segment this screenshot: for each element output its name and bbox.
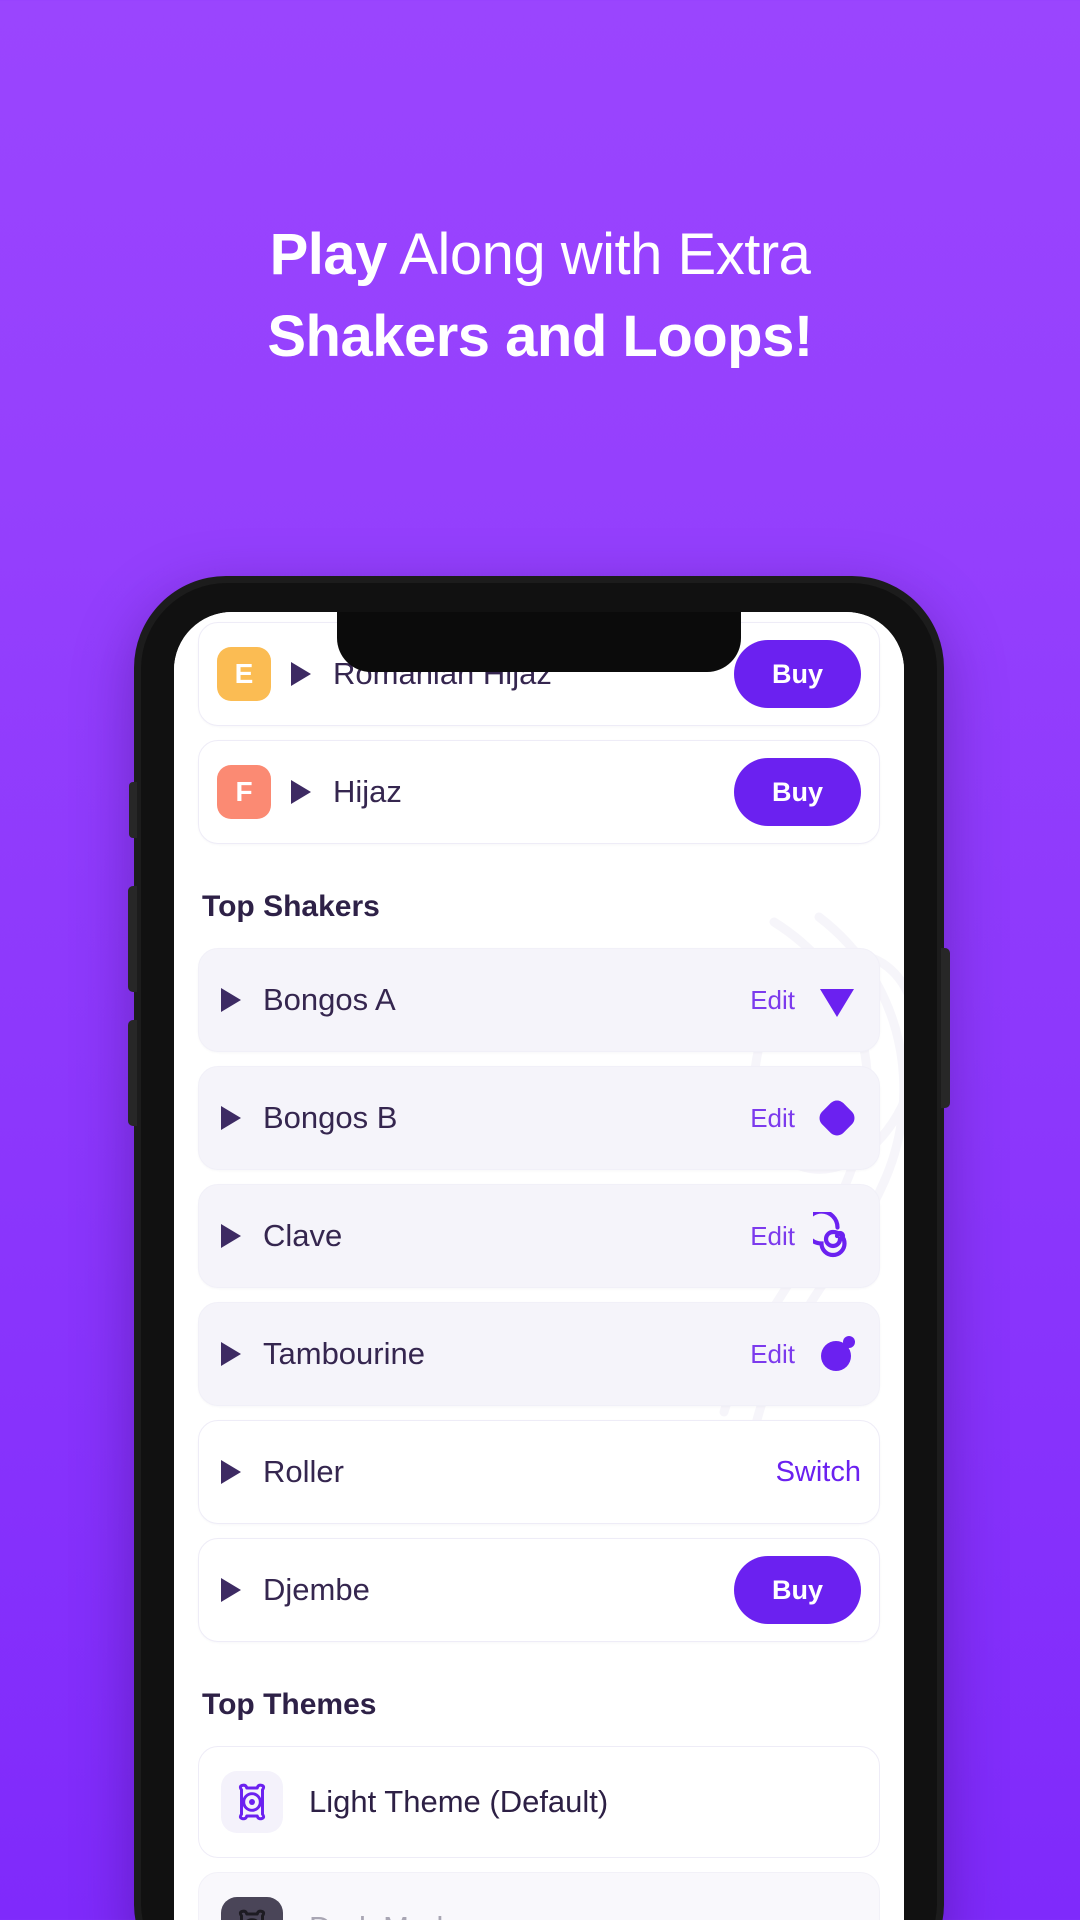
shaker-row-tambourine[interactable]: Tambourine Edit <box>198 1302 880 1406</box>
loop-row-hijaz[interactable]: F Hijaz Buy <box>198 740 880 844</box>
theme-dark-icon <box>221 1897 283 1920</box>
headline-bold-word: Play <box>269 222 388 287</box>
play-triangle-icon[interactable] <box>221 1106 241 1130</box>
theme-name: Light Theme (Default) <box>309 1784 609 1819</box>
loop-name: Hijaz <box>333 774 402 809</box>
edit-link[interactable]: Edit <box>750 1103 795 1134</box>
play-triangle-icon[interactable] <box>221 988 241 1012</box>
edit-link[interactable]: Edit <box>750 1221 795 1252</box>
shaker-name: Roller <box>263 1454 344 1489</box>
headline-line-1-rest: Along with Extra <box>386 222 811 287</box>
theme-row-dark[interactable]: Dark Mode <box>198 1872 880 1920</box>
phone-volume-down-button[interactable] <box>128 1020 137 1126</box>
tambourine-icon[interactable] <box>813 1330 861 1378</box>
edit-link[interactable]: Edit <box>750 985 795 1016</box>
shaker-name: Djembe <box>263 1572 370 1607</box>
spiral-icon[interactable] <box>813 1212 861 1260</box>
phone-mockup: E Romanian Hijaz Buy F Hijaz Buy Top Sha… <box>128 576 950 1920</box>
play-triangle-icon[interactable] <box>291 780 311 804</box>
triangle-down-icon[interactable] <box>813 976 861 1024</box>
play-triangle-icon[interactable] <box>291 662 311 686</box>
play-triangle-icon[interactable] <box>221 1460 241 1484</box>
phone-power-button[interactable] <box>941 948 950 1108</box>
phone-notch <box>337 612 741 672</box>
phone-volume-up-button[interactable] <box>128 886 137 992</box>
app-viewport: E Romanian Hijaz Buy F Hijaz Buy Top Sha… <box>174 612 904 1920</box>
app-scroll-container[interactable]: E Romanian Hijaz Buy F Hijaz Buy Top Sha… <box>198 612 880 1920</box>
headline-line-1: Play Along with Extra <box>0 214 1080 296</box>
key-badge: F <box>217 765 271 819</box>
edit-link[interactable]: Edit <box>750 1339 795 1370</box>
theme-row-light[interactable]: Light Theme (Default) <box>198 1746 880 1858</box>
phone-mute-switch[interactable] <box>129 782 137 838</box>
switch-link[interactable]: Switch <box>776 1456 861 1489</box>
phone-screen: E Romanian Hijaz Buy F Hijaz Buy Top Sha… <box>174 612 904 1920</box>
key-badge: E <box>217 647 271 701</box>
theme-light-icon <box>221 1771 283 1833</box>
section-title-top-themes: Top Themes <box>202 1688 377 1721</box>
diamond-icon[interactable] <box>813 1094 861 1142</box>
buy-button[interactable]: Buy <box>733 1556 861 1624</box>
section-title-top-shakers: Top Shakers <box>202 890 380 923</box>
shaker-name: Tambourine <box>263 1336 425 1371</box>
shaker-row-bongos-b[interactable]: Bongos B Edit <box>198 1066 880 1170</box>
play-triangle-icon[interactable] <box>221 1342 241 1366</box>
shaker-row-roller[interactable]: Roller Switch <box>198 1420 880 1524</box>
theme-name: Dark Mode <box>309 1910 461 1920</box>
shaker-name: Clave <box>263 1218 343 1253</box>
play-triangle-icon[interactable] <box>221 1224 241 1248</box>
headline-line-2: Shakers and Loops! <box>267 304 813 369</box>
shaker-name: Bongos B <box>263 1100 398 1135</box>
page-title: Play Along with Extra Shakers and Loops! <box>0 214 1080 378</box>
shaker-row-clave[interactable]: Clave Edit <box>198 1184 880 1288</box>
play-triangle-icon[interactable] <box>221 1578 241 1602</box>
shaker-row-bongos-a[interactable]: Bongos A Edit <box>198 948 880 1052</box>
shaker-row-djembe[interactable]: Djembe Buy <box>198 1538 880 1642</box>
shaker-name: Bongos A <box>263 982 396 1017</box>
buy-button[interactable]: Buy <box>733 758 861 826</box>
buy-button[interactable]: Buy <box>733 640 861 708</box>
